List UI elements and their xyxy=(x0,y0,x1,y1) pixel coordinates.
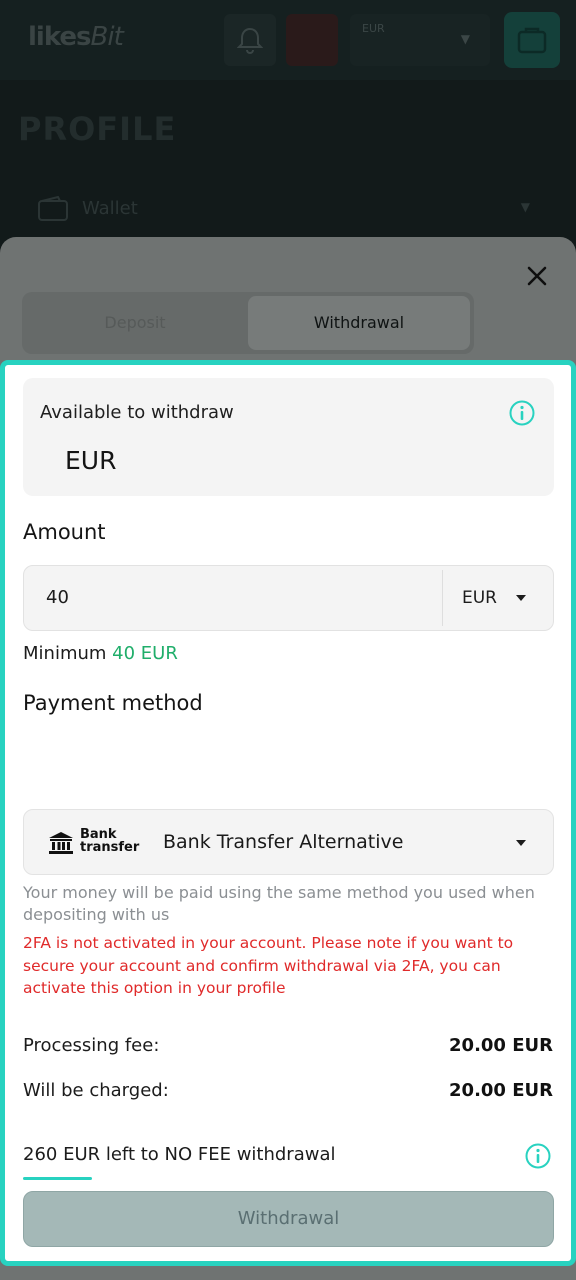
close-button[interactable] xyxy=(522,261,552,291)
processing-fee-label: Processing fee: xyxy=(23,1035,160,1056)
payment-method-value: Bank Transfer Alternative xyxy=(163,831,404,853)
tab-deposit[interactable]: Deposit xyxy=(22,292,248,354)
available-label: Available to withdraw xyxy=(40,402,234,423)
page-title: PROFILE xyxy=(18,110,177,148)
tab-withdrawal[interactable]: Withdrawal xyxy=(248,296,470,350)
bell-icon xyxy=(237,27,263,54)
payment-method-select[interactable]: Bank transfer Bank Transfer Alternative xyxy=(23,809,554,875)
no-fee-progress-bar xyxy=(23,1177,92,1180)
divider xyxy=(442,570,443,626)
no-fee-progress-track xyxy=(23,1177,554,1180)
charged-label: Will be charged: xyxy=(23,1080,169,1101)
minimum-value: 40 EUR xyxy=(112,643,178,664)
amount-input[interactable]: 40 xyxy=(46,587,69,608)
caret-down-icon[interactable] xyxy=(514,593,528,603)
brand-logo[interactable]: likesBit xyxy=(28,22,124,52)
info-icon[interactable] xyxy=(508,399,536,427)
bank-icon xyxy=(49,832,73,854)
charged-value: 20.00 EUR xyxy=(449,1080,553,1101)
minimum-amount: Minimum 40 EUR xyxy=(23,643,178,664)
wallet-button[interactable] xyxy=(504,12,560,68)
app-header: likesBit EUR ▼ xyxy=(0,0,576,80)
minimum-label: Minimum xyxy=(23,643,107,664)
wallet-label: Wallet xyxy=(82,198,138,219)
payment-method-hint: Your money will be paid using the same m… xyxy=(23,883,535,924)
amount-field[interactable]: 40 EUR xyxy=(23,565,554,631)
wallet-icon xyxy=(517,27,547,54)
two-fa-warning: 2FA is not activated in your account. Pl… xyxy=(23,934,514,997)
payment-method-label: Payment method xyxy=(23,691,203,715)
amount-currency-select[interactable]: EUR xyxy=(462,588,497,608)
withdrawal-submit-button[interactable]: Withdrawal xyxy=(23,1191,554,1247)
caret-down-icon[interactable] xyxy=(514,838,528,848)
currency-selector-value: EUR xyxy=(362,22,385,35)
available-balance-panel: Available to withdraw EUR xyxy=(23,378,554,496)
wallet-icon xyxy=(38,196,68,221)
amount-label: Amount xyxy=(23,520,106,544)
close-icon xyxy=(527,266,547,286)
info-icon[interactable] xyxy=(524,1142,552,1170)
tab-switcher: Deposit Withdrawal xyxy=(22,292,474,354)
bank-transfer-logo: Bank transfer xyxy=(80,827,140,855)
chevron-down-icon: ▼ xyxy=(460,32,470,46)
user-avatar[interactable] xyxy=(286,14,338,66)
wallet-dropdown[interactable]: Wallet ▼ xyxy=(38,196,538,224)
withdrawal-form: Available to withdraw EUR Amount 40 EUR … xyxy=(0,360,576,1266)
currency-selector[interactable]: EUR ▼ xyxy=(350,14,490,66)
no-fee-progress-text: 260 EUR left to NO FEE withdrawal xyxy=(23,1144,336,1165)
notifications-button[interactable] xyxy=(224,14,276,66)
chevron-down-icon: ▼ xyxy=(520,200,530,214)
processing-fee-value: 20.00 EUR xyxy=(449,1035,553,1056)
available-currency: EUR xyxy=(65,446,117,475)
